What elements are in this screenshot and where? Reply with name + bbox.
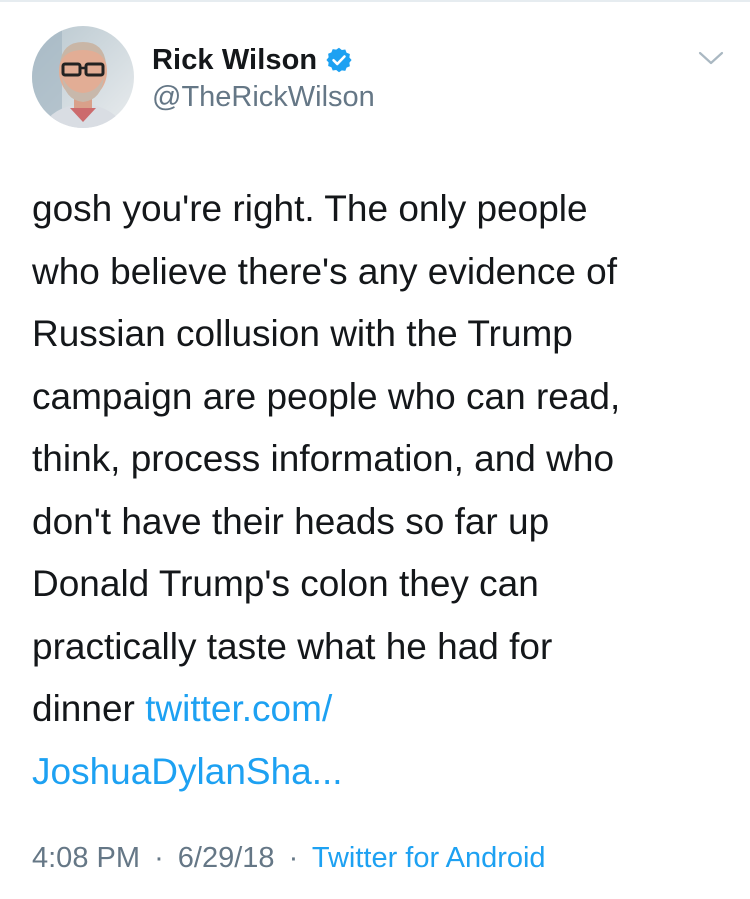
tweet-text-line: Donald Trump's colon they can <box>32 563 539 604</box>
tweet-meta: 4:08 PM · 6/29/18 · Twitter for Android <box>32 842 546 875</box>
verified-badge-icon <box>325 46 353 74</box>
tweet-link-part2[interactable]: JoshuaDylanSha... <box>32 741 722 804</box>
tweet-text-line: gosh you're right. The only people <box>32 188 588 229</box>
tweet-time: 4:08 PM <box>32 842 140 874</box>
meta-separator: · <box>154 842 164 874</box>
tweet-date: 6/29/18 <box>177 842 275 874</box>
tweet-header: Rick Wilson @TheRickWilson <box>32 26 732 130</box>
tweet-text-last-line: dinner twitter.com/ <box>32 678 722 741</box>
user-handle[interactable]: @TheRickWilson <box>152 81 375 114</box>
tweet-text-line: practically taste what he had for <box>32 625 553 667</box>
chevron-down-icon[interactable] <box>696 48 726 68</box>
avatar[interactable] <box>32 26 134 128</box>
meta-separator: · <box>288 842 299 874</box>
top-divider <box>0 0 750 2</box>
tweet-text-line: Russian collusion with the Trump <box>32 313 573 354</box>
avatar-image <box>32 26 134 128</box>
tweet-link-part1[interactable]: twitter.com/ <box>145 688 332 729</box>
tweet-source-link[interactable]: Twitter for Android <box>312 842 546 874</box>
tweet-text-line: campaign are people who can read, <box>32 375 621 417</box>
tweet-text-fragment: dinner <box>32 688 146 729</box>
author-names: Rick Wilson @TheRickWilson <box>152 42 375 114</box>
tweet-text-line: don't have their heads so far up <box>32 500 550 542</box>
tweet-text-line: think, process information, and who <box>32 438 615 479</box>
display-name-row: Rick Wilson <box>152 42 375 78</box>
tweet-text: gosh you're right. The only people who b… <box>32 178 722 803</box>
display-name[interactable]: Rick Wilson <box>152 44 317 77</box>
tweet-text-line: who believe there's any evidence of <box>32 250 618 292</box>
